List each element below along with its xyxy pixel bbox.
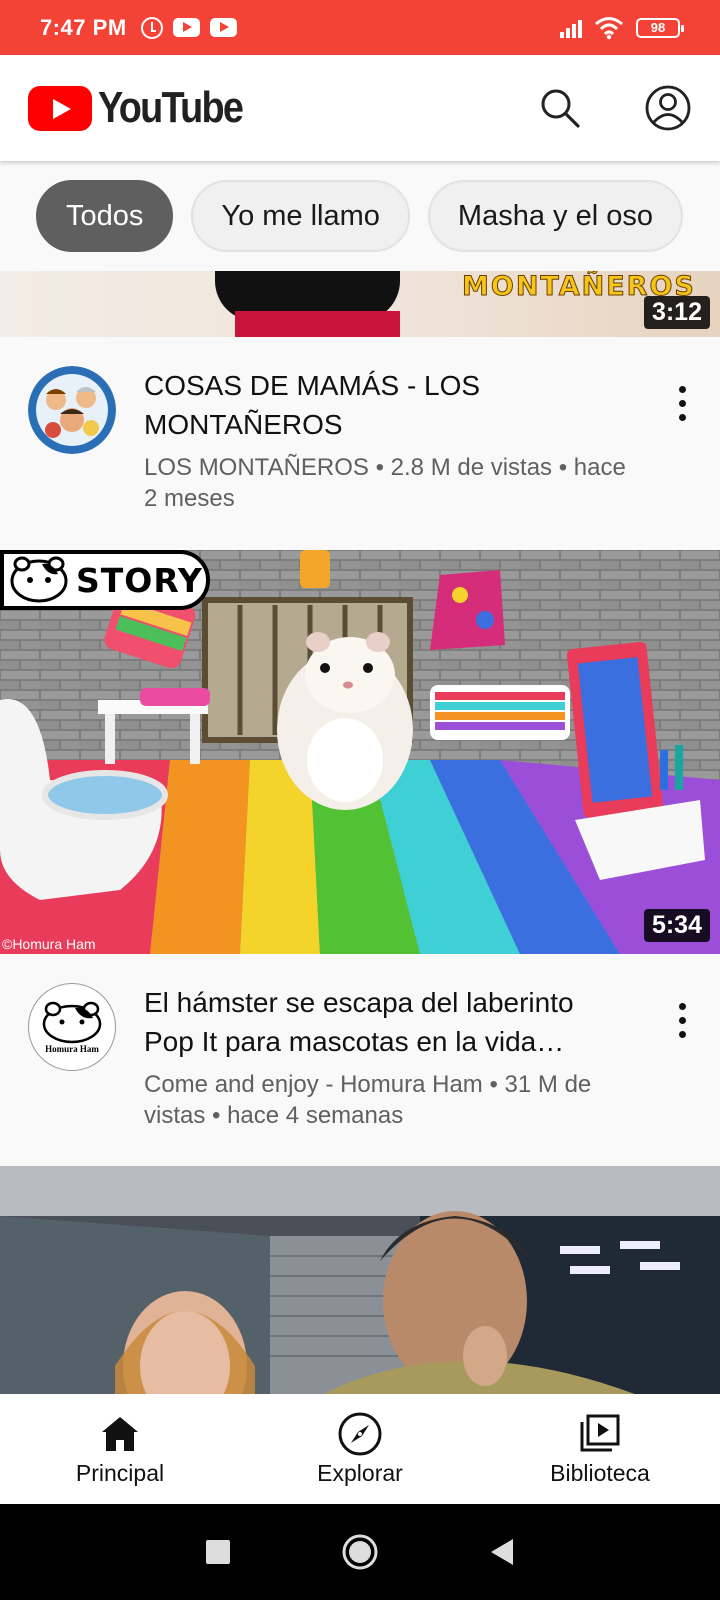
- search-button[interactable]: [536, 84, 584, 132]
- story-badge: STORY: [0, 550, 210, 610]
- home-button[interactable]: [341, 1533, 379, 1571]
- status-right-icons: 98: [560, 16, 684, 40]
- more-options-button[interactable]: [672, 983, 692, 1131]
- notification-icons: [140, 16, 237, 39]
- video-thumbnail[interactable]: [0, 1166, 720, 1396]
- hamster-logo-icon: [10, 556, 68, 603]
- more-dot-icon: [678, 414, 686, 421]
- wifi-icon: [595, 16, 623, 39]
- thumbnail-figure-skirt: [235, 311, 400, 337]
- status-time: 7:47 PM: [40, 14, 127, 40]
- video-text[interactable]: El hámster se escapa del laberinto Pop I…: [144, 983, 629, 1131]
- avatar-channel-name: Homura Ham: [45, 1044, 99, 1054]
- circle-home-icon: [342, 1534, 378, 1570]
- more-dot-icon: [678, 386, 686, 393]
- video-meta: Homura Ham El hámster se escapa del labe…: [0, 983, 720, 1131]
- recent-apps-button[interactable]: [205, 1539, 231, 1565]
- nav-principal[interactable]: Principal: [0, 1394, 240, 1504]
- home-icon: [98, 1412, 142, 1456]
- header-actions: [536, 84, 692, 132]
- hamster-thumbnail-image: [0, 550, 720, 954]
- app-header: YouTube: [0, 55, 720, 161]
- back-triangle-icon: [491, 1539, 513, 1565]
- more-dot-icon: [678, 1017, 686, 1024]
- youtube-play-logo-icon: [28, 85, 92, 131]
- nav-explorar[interactable]: Explorar: [240, 1394, 480, 1504]
- category-chips: Todos Yo me llamo Masha y el oso: [0, 161, 720, 271]
- square-icon: [206, 1540, 230, 1564]
- thumbnail-credit: ©Homura Ham: [2, 936, 96, 952]
- channel-avatar[interactable]: [28, 366, 116, 454]
- chip-todos[interactable]: Todos: [36, 180, 174, 252]
- youtube-notification-icon: [209, 18, 237, 37]
- youtube-home-screen: 7:47 PM 98 YouTube Todos Yo me llamo Mas…: [0, 0, 720, 1600]
- video-thumbnail[interactable]: MONTAÑEROS 3:12: [0, 271, 720, 337]
- video-thumbnail-image: [0, 1166, 720, 1396]
- youtube-notification-icon: [172, 18, 200, 37]
- video-subtitle: LOS MONTAÑEROS • 2.8 M de vistas • hace …: [144, 454, 626, 512]
- alarm-icon: [140, 16, 163, 39]
- signal-icon: [560, 18, 582, 38]
- search-icon: [541, 89, 580, 128]
- video-thumbnail[interactable]: STORY ©Homura Ham 5:34: [0, 550, 720, 954]
- library-icon: [578, 1412, 622, 1456]
- nav-biblioteca-label: Biblioteca: [550, 1459, 650, 1486]
- video-text[interactable]: COSAS DE MAMÁS - LOS MONTAÑEROS LOS MONT…: [144, 366, 629, 514]
- status-bar: 7:47 PM 98: [0, 0, 720, 55]
- more-dot-icon: [678, 400, 686, 407]
- video-title[interactable]: COSAS DE MAMÁS - LOS MONTAÑEROS: [144, 366, 629, 444]
- chip-masha-y-el-oso[interactable]: Masha y el oso: [427, 180, 683, 252]
- video-title[interactable]: El hámster se escapa del laberinto Pop I…: [144, 983, 629, 1061]
- homura-ham-avatar-icon: Homura Ham: [42, 1001, 102, 1054]
- account-button[interactable]: [644, 84, 692, 132]
- story-badge-text: STORY: [76, 560, 203, 600]
- back-button[interactable]: [489, 1538, 515, 1566]
- youtube-logo[interactable]: YouTube: [28, 83, 266, 133]
- video-duration: 5:34: [643, 909, 710, 942]
- montaneros-avatar-icon: [28, 366, 116, 454]
- video-meta: COSAS DE MAMÁS - LOS MONTAÑEROS LOS MONT…: [0, 366, 720, 514]
- bottom-navigation: Principal Explorar Biblioteca: [0, 1394, 720, 1504]
- video-subtitle: Come and enjoy - Homura Ham • 31 M de vi…: [144, 1071, 592, 1129]
- system-navigation-bar: [0, 1504, 720, 1600]
- compass-icon: [338, 1412, 382, 1456]
- battery-level: 98: [650, 20, 666, 35]
- video-duration: 3:12: [643, 296, 710, 329]
- more-dot-icon: [678, 1003, 686, 1010]
- youtube-logo-text: YouTube: [98, 83, 244, 132]
- nav-principal-label: Principal: [75, 1459, 165, 1486]
- more-dot-icon: [678, 1031, 686, 1038]
- account-icon: [645, 85, 691, 131]
- nav-biblioteca[interactable]: Biblioteca: [480, 1394, 720, 1504]
- chip-yo-me-llamo[interactable]: Yo me llamo: [191, 180, 410, 252]
- nav-explorar-label: Explorar: [317, 1459, 403, 1486]
- channel-avatar[interactable]: Homura Ham: [28, 983, 116, 1071]
- more-options-button[interactable]: [672, 366, 692, 514]
- battery-icon: 98: [636, 17, 684, 38]
